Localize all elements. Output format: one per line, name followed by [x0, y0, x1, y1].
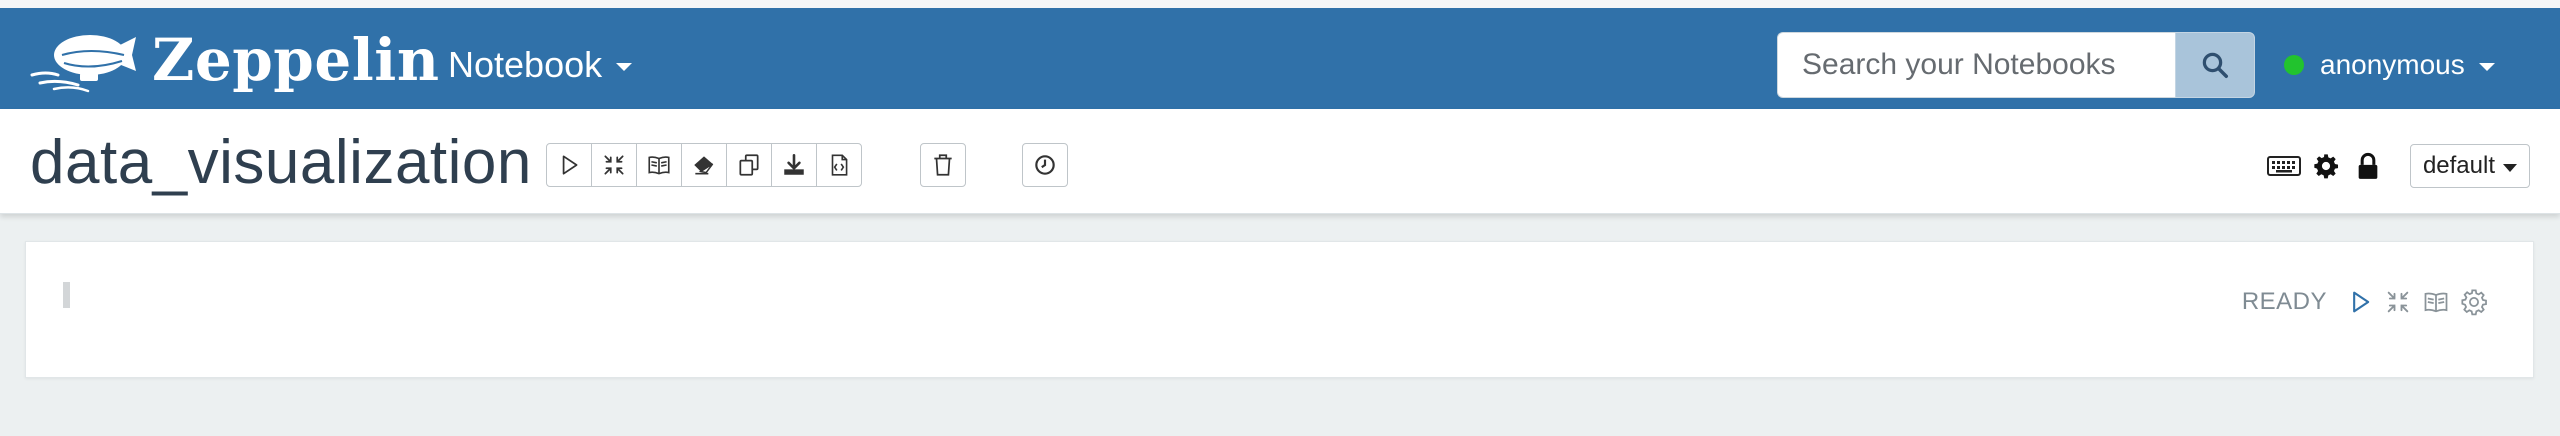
collapse-icon: [604, 155, 624, 175]
paragraph-settings-button[interactable]: [2455, 283, 2493, 321]
notebook-actions-group: [546, 143, 862, 187]
download-icon: [784, 153, 804, 175]
brand[interactable]: Zeppelin: [28, 25, 440, 95]
permissions-button[interactable]: [2350, 148, 2386, 184]
book-open-icon: [648, 156, 670, 175]
delete-group: [920, 143, 966, 187]
notebook-title[interactable]: data_visualization: [30, 127, 532, 198]
run-all-button[interactable]: [546, 143, 592, 187]
notebook-menu-label: Notebook: [448, 44, 603, 85]
collapse-icon: [2387, 291, 2409, 313]
zeppelin-logo-icon: [30, 35, 136, 93]
user-name: anonymous: [2320, 49, 2465, 80]
interpreter-select[interactable]: default: [2409, 144, 2530, 188]
gear-icon: [2314, 154, 2338, 179]
interpreter-select-label: default: [2422, 152, 2495, 179]
run-icon: [2353, 291, 2370, 313]
search-input[interactable]: [1777, 32, 2175, 98]
search-button[interactable]: [2175, 32, 2255, 98]
clone-notebook-button[interactable]: [726, 143, 772, 187]
interpreter-settings-button[interactable]: [2308, 148, 2344, 184]
schedule-group: [1022, 143, 1068, 187]
export-json-button[interactable]: [816, 143, 862, 187]
shortcuts-button[interactable]: [2266, 148, 2302, 184]
brand-name: Zeppelin: [152, 26, 440, 94]
clock-icon: [1035, 155, 1055, 175]
keyboard-icon: [2266, 156, 2301, 176]
hide-paragraph-output-button[interactable]: [2417, 283, 2455, 321]
hide-code-button[interactable]: [591, 143, 637, 187]
navbar: Zeppelin Notebook anonymous: [0, 8, 2560, 109]
search-bar: [1777, 32, 2255, 98]
schedule-button[interactable]: [1022, 143, 1068, 187]
notebook-settings-tools: default: [2266, 143, 2530, 189]
delete-notebook-button[interactable]: [920, 143, 966, 187]
run-all-icon: [562, 155, 578, 175]
export-notebook-button[interactable]: [771, 143, 817, 187]
status-indicator: [2284, 55, 2304, 75]
editor-cursor[interactable]: [63, 282, 70, 308]
top-strip: [0, 0, 2560, 8]
book-open-icon: [2424, 292, 2448, 313]
gear-icon: [2461, 289, 2487, 316]
paragraph-controls: READY: [2242, 282, 2493, 322]
lock-icon: [2358, 152, 2378, 179]
export-file-icon: [831, 154, 848, 176]
run-paragraph-button[interactable]: [2341, 283, 2379, 321]
hide-editor-button[interactable]: [2379, 283, 2417, 321]
clone-icon: [739, 154, 759, 176]
chevron-down-icon: [2478, 63, 2495, 71]
paragraph-status: READY: [2241, 288, 2327, 315]
chevron-down-icon: [616, 63, 633, 71]
eraser-icon: [694, 156, 714, 175]
search-icon: [2202, 52, 2228, 78]
notebook-menu[interactable]: Notebook: [448, 36, 633, 94]
chevron-down-icon: [2503, 164, 2517, 172]
user-menu[interactable]: anonymous: [2284, 38, 2495, 92]
trash-icon: [934, 154, 952, 176]
clear-output-button[interactable]: [681, 143, 727, 187]
paragraph-cell[interactable]: READY: [25, 241, 2534, 378]
notebook-header: data_visualization default: [0, 109, 2560, 214]
hide-output-button[interactable]: [636, 143, 682, 187]
